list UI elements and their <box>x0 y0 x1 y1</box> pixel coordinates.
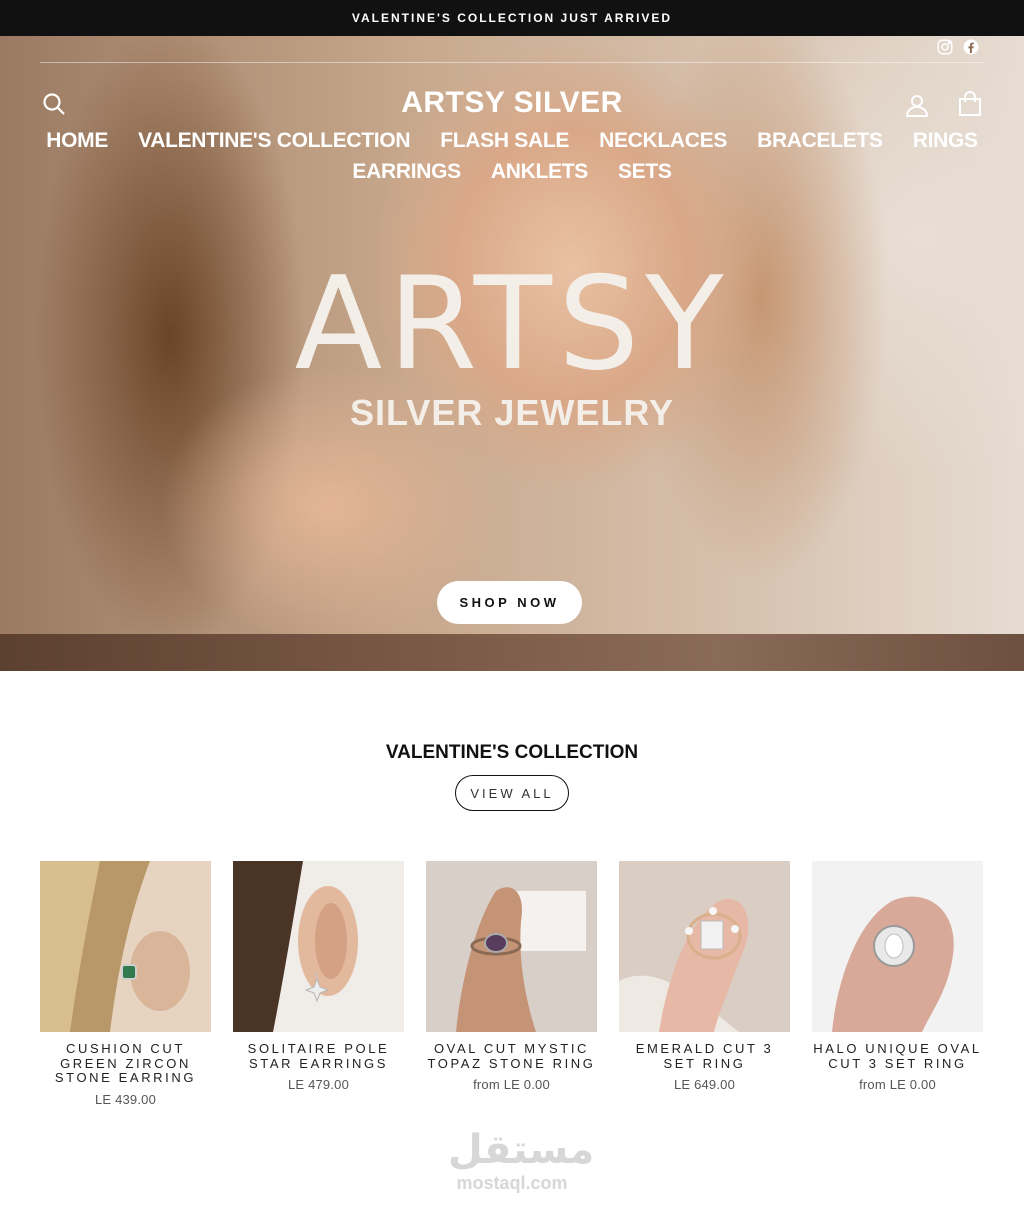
product-card[interactable]: SOLITAIRE POLE STAR EARRINGS LE 479.00 <box>233 861 404 1107</box>
product-name[interactable]: CUSHION CUT GREEN ZIRCON STONE EARRING <box>40 1041 211 1086</box>
product-card[interactable]: EMERALD CUT 3 SET RING LE 649.00 <box>619 861 790 1107</box>
product-image[interactable] <box>233 861 404 1032</box>
product-image[interactable] <box>619 861 790 1032</box>
product-image[interactable] <box>40 861 211 1032</box>
product-price: from LE 0.00 <box>859 1077 936 1092</box>
account-icon[interactable] <box>905 93 929 122</box>
product-name[interactable]: SOLITAIRE POLE STAR EARRINGS <box>233 1041 404 1071</box>
nav-necklaces[interactable]: NECKLACES <box>599 128 727 153</box>
product-name[interactable]: HALO UNIQUE OVAL CUT 3 SET RING <box>812 1041 983 1071</box>
nav-earrings[interactable]: EARRINGS <box>352 159 461 184</box>
product-image[interactable] <box>812 861 983 1032</box>
product-card[interactable]: CUSHION CUT GREEN ZIRCON STONE EARRING L… <box>40 861 211 1107</box>
hero-title: ARTSY <box>294 250 730 399</box>
product-card[interactable]: HALO UNIQUE OVAL CUT 3 SET RING from LE … <box>812 861 983 1107</box>
header-divider <box>40 62 984 63</box>
product-name[interactable]: OVAL CUT MYSTIC TOPAZ STONE RING <box>426 1041 597 1071</box>
section-title: VALENTINE'S COLLECTION <box>385 742 639 763</box>
hero-subtitle: SILVER JEWELRY <box>349 392 675 433</box>
product-price: from LE 0.00 <box>473 1077 550 1092</box>
product-image[interactable] <box>426 861 597 1032</box>
watermark-latin: mostaql.com <box>456 1173 568 1193</box>
hero-banner: ARTSY SILVER HOME VALENTINE'S COLLECTION… <box>0 36 1024 671</box>
nav-valentines-collection[interactable]: VALENTINE'S COLLECTION <box>138 128 410 153</box>
announcement-bar: VALENTINE'S COLLECTION JUST ARRIVED <box>0 0 1024 36</box>
nav-sets[interactable]: SETS <box>618 159 672 184</box>
product-name[interactable]: EMERALD CUT 3 SET RING <box>619 1041 790 1071</box>
main-nav: HOME VALENTINE'S COLLECTION FLASH SALE N… <box>40 128 984 184</box>
nav-bracelets[interactable]: BRACELETS <box>757 128 883 153</box>
product-price: LE 649.00 <box>673 1077 736 1092</box>
watermark-arabic: مستقل <box>448 1127 595 1173</box>
product-grid: CUSHION CUT GREEN ZIRCON STONE EARRING L… <box>40 861 984 1107</box>
instagram-icon[interactable] <box>936 38 954 56</box>
product-price: LE 479.00 <box>287 1077 350 1092</box>
nav-flash-sale[interactable]: FLASH SALE <box>440 128 569 153</box>
social-links <box>936 38 980 56</box>
hero-bottom-strip <box>0 634 1024 671</box>
view-all-button[interactable]: VIEW ALL <box>455 775 569 811</box>
nav-home[interactable]: HOME <box>46 128 108 153</box>
shop-now-button[interactable]: SHOP NOW <box>437 581 582 624</box>
cart-icon[interactable] <box>958 91 982 122</box>
nav-anklets[interactable]: ANKLETS <box>491 159 588 184</box>
nav-rings[interactable]: RINGS <box>913 128 978 153</box>
facebook-icon[interactable] <box>962 38 980 56</box>
product-price: LE 439.00 <box>94 1091 157 1107</box>
announcement-text: VALENTINE'S COLLECTION JUST ARRIVED <box>351 11 673 25</box>
watermark-logo: مستقل mostaql.com <box>448 1127 595 1193</box>
product-card[interactable]: OVAL CUT MYSTIC TOPAZ STONE RING from LE… <box>426 861 597 1107</box>
site-logo[interactable]: ARTSY SILVER <box>0 86 1024 120</box>
